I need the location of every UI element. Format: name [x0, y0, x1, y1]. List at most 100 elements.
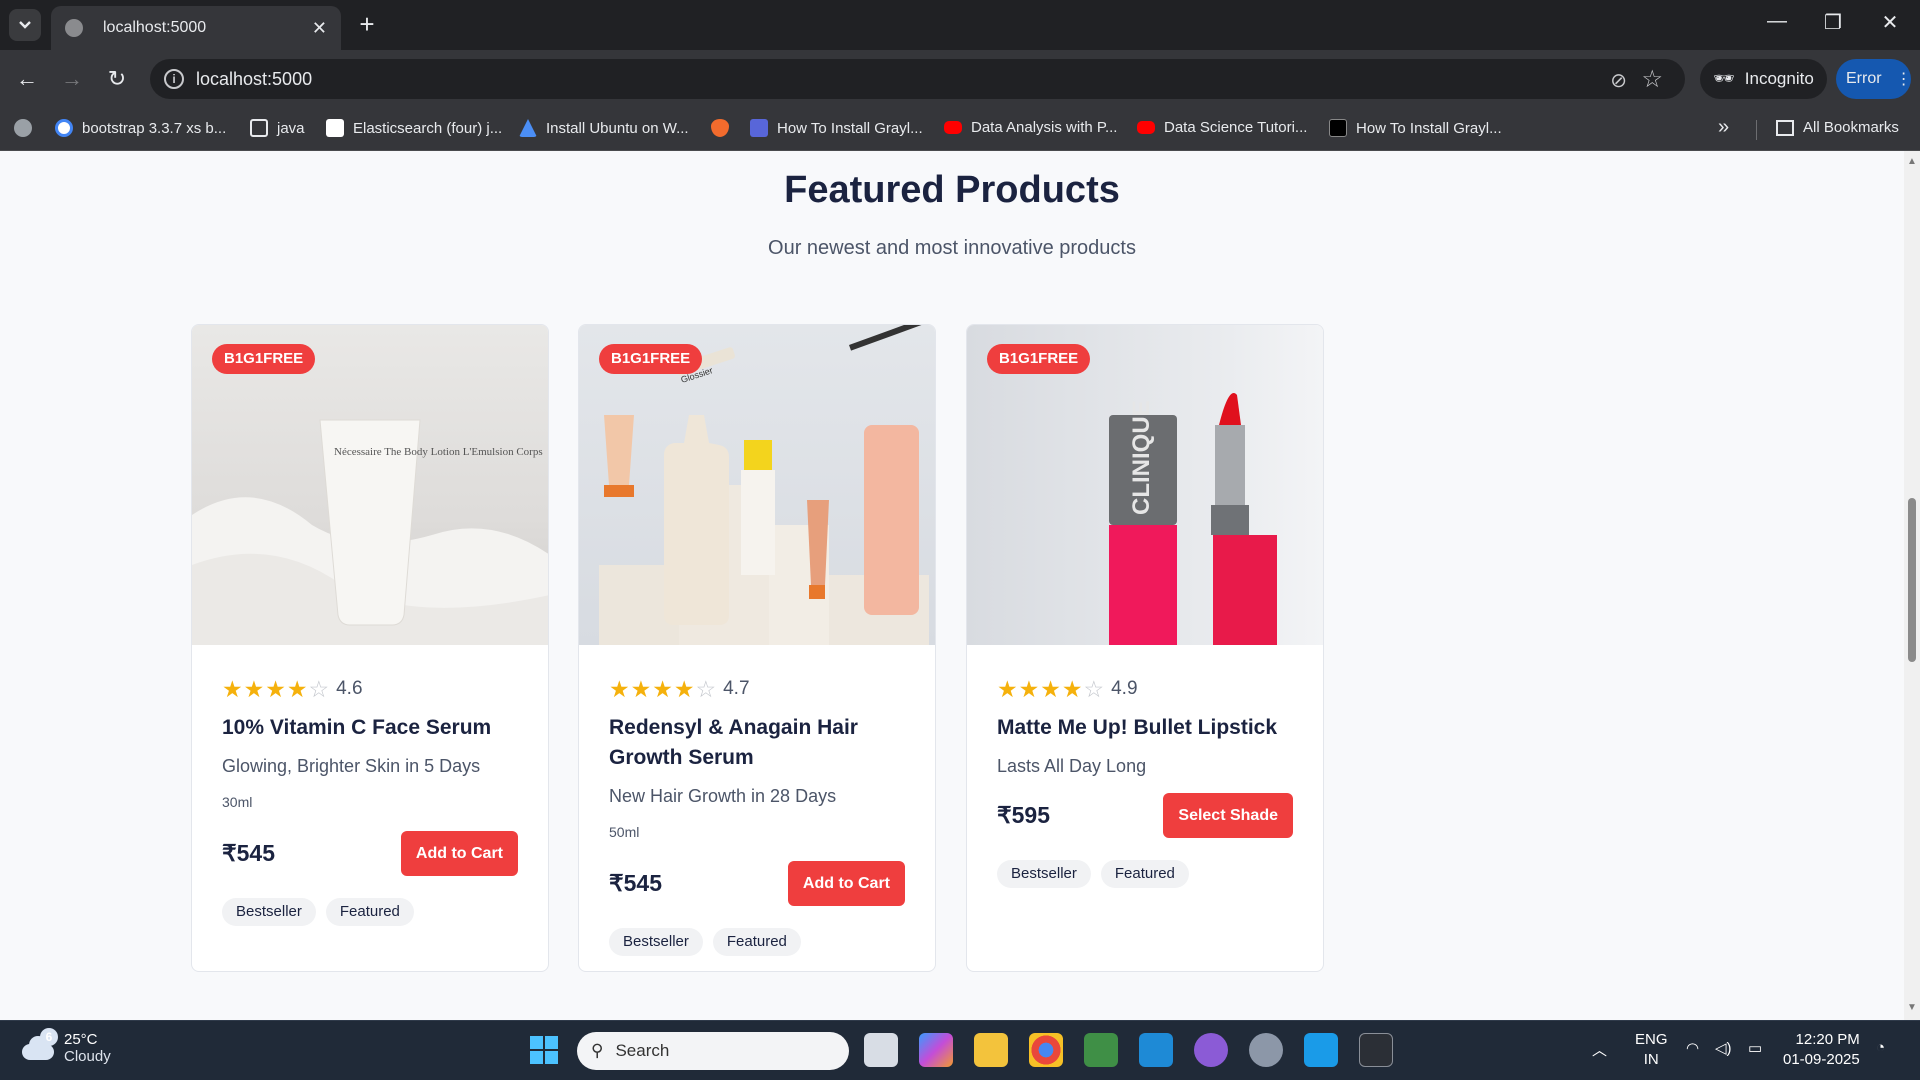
settings-gear-icon[interactable] — [1249, 1033, 1283, 1067]
bookmark-folder[interactable]: java — [250, 119, 305, 137]
tray-overflow-chevron-icon[interactable]: ︿ — [1592, 1039, 1607, 1060]
chrome-icon[interactable] — [1029, 1033, 1063, 1067]
globe-icon — [65, 19, 83, 37]
add-to-cart-button[interactable]: Add to Cart — [400, 831, 518, 876]
site-info-icon[interactable]: i — [164, 69, 184, 89]
product-name[interactable]: 10% Vitamin C Face Serum — [222, 713, 518, 743]
forward-button[interactable]: → — [57, 64, 87, 94]
tag-chip-featured: Featured — [1100, 860, 1189, 888]
browser-tab-strip: localhost:5000 ✕ + — ❐ ✕ — [0, 0, 1920, 50]
page-scrollbar[interactable]: ▲ ▼ — [1904, 151, 1920, 1020]
tube-label: Nécessaire The Body Lotion L'Emulsion Co… — [334, 446, 543, 458]
select-shade-button[interactable]: Select Shade — [1163, 793, 1293, 838]
minimize-button[interactable]: — — [1757, 10, 1797, 33]
all-bookmarks-button[interactable]: All Bookmarks — [1776, 119, 1899, 136]
notifications-icon[interactable]: ◔ — [1876, 1039, 1885, 1056]
copilot-icon[interactable] — [919, 1033, 953, 1067]
new-tab-button[interactable]: + — [352, 10, 382, 40]
wifi-icon[interactable]: ◠ — [1686, 1039, 1699, 1057]
bookmark-item[interactable]: Data Science Tutori... — [1137, 119, 1307, 136]
windows-start-icon[interactable] — [527, 1033, 561, 1067]
youtube-icon — [944, 121, 962, 134]
product-image[interactable]: B1G1FREE CLINIQUE — [967, 325, 1323, 645]
windows-taskbar: 6 25°C Cloudy ⚲ Search ︿ ENG IN ◠ ◁) ▭ 1… — [0, 1020, 1920, 1080]
tag-chip-bestseller: Bestseller — [609, 928, 703, 956]
file-explorer-icon[interactable] — [974, 1033, 1008, 1067]
profile-error-button[interactable]: Error ⋮ — [1836, 59, 1912, 99]
product-image[interactable]: B1G1FREE Glossier — [579, 325, 935, 645]
close-window-button[interactable]: ✕ — [1870, 10, 1910, 35]
product-rating: ★★★★☆ 4.6 — [222, 676, 518, 702]
close-tab-icon[interactable]: ✕ — [312, 18, 327, 39]
eye-off-icon[interactable]: ⊘ — [1610, 68, 1627, 93]
bookmark-item[interactable]: How To Install Grayl... — [750, 119, 923, 137]
terminal-site-icon — [1329, 119, 1347, 137]
scrollbar-thumb[interactable] — [1908, 498, 1916, 662]
tab-search-button[interactable] — [9, 9, 41, 41]
terminal-icon[interactable] — [1359, 1033, 1393, 1067]
apps-icon[interactable] — [14, 119, 32, 137]
notepad-icon[interactable] — [1084, 1033, 1118, 1067]
product-tagline: Lasts All Day Long — [997, 756, 1147, 776]
taskbar-search[interactable]: ⚲ Search — [577, 1032, 849, 1070]
bookmark-item[interactable]: How To Install Grayl... — [1329, 119, 1502, 137]
incognito-icon: 🕶 — [1713, 69, 1735, 88]
product-size: 30ml — [222, 794, 253, 810]
youtube-icon — [1137, 121, 1155, 134]
product-price: ₹545 — [609, 870, 663, 896]
section-title: Featured Products — [784, 169, 1120, 211]
bookmarks-bar: bootstrap 3.3.7 xs b... java Elasticsear… — [0, 108, 1920, 151]
language-indicator[interactable]: ENG IN — [1635, 1030, 1668, 1070]
star-rating-icon: ★★★★☆ — [997, 675, 1106, 702]
incognito-label: Incognito — [1744, 69, 1814, 88]
more-bookmarks-icon[interactable]: » — [1718, 116, 1729, 139]
product-card[interactable]: B1G1FREE CLINIQUE ★★★★☆ 4.9 Matte Me Up!… — [966, 324, 1324, 972]
weather-widget[interactable]: 6 25°C Cloudy — [22, 1028, 111, 1065]
task-view-icon[interactable] — [864, 1033, 898, 1067]
scroll-up-arrow-icon[interactable]: ▲ — [1907, 156, 1917, 167]
url-text[interactable]: localhost:5000 — [196, 69, 312, 90]
remote-app-icon[interactable] — [1304, 1033, 1338, 1067]
vscode-icon[interactable] — [1139, 1033, 1173, 1067]
product-price: ₹545 — [222, 840, 276, 866]
bookmark-item[interactable]: Install Ubuntu on W... — [519, 119, 689, 137]
product-card[interactable]: B1G1FREE Glossier ★★★★☆ 4.7 Redensyl & A… — [578, 324, 936, 972]
weather-badge: 6 — [40, 1028, 58, 1046]
rating-value: 4.9 — [1111, 678, 1138, 699]
product-rating: ★★★★☆ 4.7 — [609, 675, 905, 702]
product-image[interactable]: B1G1FREE Nécessaire The Body Lotion L'Em… — [192, 325, 548, 645]
temperature: 25°C — [64, 1031, 98, 1048]
product-card[interactable]: B1G1FREE Nécessaire The Body Lotion L'Em… — [191, 324, 549, 972]
rating-value: 4.7 — [723, 678, 750, 699]
system-clock[interactable]: 12:20 PM 01-09-2025 — [1783, 1030, 1860, 1070]
restore-button[interactable]: ❐ — [1813, 10, 1853, 35]
incognito-indicator[interactable]: 🕶 Incognito — [1700, 59, 1827, 99]
section-subtitle: Our newest and most innovative products — [768, 237, 1136, 259]
kebab-menu-icon[interactable]: ⋮ — [1896, 69, 1912, 89]
tab-title: localhost:5000 — [103, 19, 207, 36]
product-name[interactable]: Redensyl & Anagain Hair Growth Serum — [609, 713, 905, 773]
reload-button[interactable]: ↻ — [102, 64, 132, 94]
bookmark-item[interactable]: Elasticsearch (four) j... — [326, 119, 502, 137]
page-viewport: Featured Products Our newest and most in… — [0, 151, 1904, 1020]
shield-site-icon — [711, 119, 729, 137]
scroll-down-arrow-icon[interactable]: ▼ — [1907, 1002, 1917, 1013]
star-rating-icon: ★★★★☆ — [609, 675, 718, 702]
product-tagline: Glowing, Brighter Skin in 5 Days — [222, 756, 481, 776]
volume-icon[interactable]: ◁) — [1715, 1039, 1732, 1057]
bookmark-item[interactable]: Data Analysis with P... — [944, 119, 1117, 136]
battery-icon[interactable]: ▭ — [1748, 1039, 1762, 1057]
bookmark-item[interactable]: bootstrap 3.3.7 xs b... — [55, 119, 226, 137]
folder-icon — [1776, 119, 1794, 136]
bookmark-item[interactable] — [711, 119, 729, 137]
bookmark-star-icon[interactable]: ☆ — [1641, 65, 1663, 94]
add-to-cart-button[interactable]: Add to Cart — [787, 861, 905, 906]
bookmarks-divider — [1756, 120, 1757, 140]
product-name[interactable]: Matte Me Up! Bullet Lipstick — [997, 713, 1293, 743]
browser-tab[interactable]: localhost:5000 ✕ — [51, 6, 341, 50]
product-size: 50ml — [609, 824, 640, 840]
github-desktop-icon[interactable] — [1194, 1033, 1228, 1067]
address-bar[interactable]: i localhost:5000 ⊘ ☆ — [150, 59, 1685, 99]
back-button[interactable]: ← — [12, 64, 42, 94]
browser-toolbar: ← → ↻ i localhost:5000 ⊘ ☆ 🕶 Incognito E… — [0, 50, 1920, 108]
